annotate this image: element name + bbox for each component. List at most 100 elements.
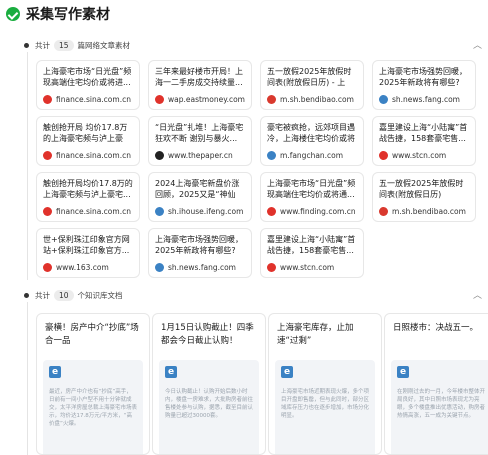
article-title: 五一放假2025年放假时间表(附放假日历) - 上海... [267,67,352,87]
document-preview-text: 最近，房产中介也有“抄底”高手，日前有一间小户型不用十分钟就成交，太平洋房屋总裁… [49,389,137,427]
article-source: finance.sina.com.cn [43,95,131,104]
source-domain: finance.sina.com.cn [56,151,131,160]
web-article-card[interactable]: 世+保利珠江印象官方网站+保利珠江印象官方... www.163.com [36,228,140,278]
document-thumbnail: e 最近，房产中介也有“抄底”高手，日前有一间小户型不用十分钟就成交，太平洋房屋总… [43,360,143,454]
kb-section-header[interactable]: 共计 10 个知识库文档 [24,290,123,301]
site-favicon-icon [379,207,388,216]
source-domain: m.sh.bendibao.com [392,207,466,216]
article-source: m.sh.bendibao.com [267,95,354,104]
kb-document-title: 豪横！房产中介“抄底”场合一品 [45,323,139,346]
source-domain: www.163.com [56,263,109,272]
site-favicon-icon [43,151,52,160]
web-article-card[interactable]: 触创抢开局均价17.8万的上海豪宅频与泸上豪宅... finance.sina.c… [36,172,140,222]
kb-document-title: 1月15日认购截止！四季都会今日截止认购！ [161,323,254,346]
timeline-line [27,52,28,280]
article-title: 上海豪宅市场“日光盘”频现高端住宅均价或将通... [267,179,356,199]
browser-icon: e [281,366,293,378]
source-domain: finance.sina.com.cn [56,95,131,104]
source-domain: sh.news.fang.com [392,95,460,104]
web-article-card[interactable]: 五一放假2025年放假时间表(附放假日历) m.sh.bendibao.com [372,172,476,222]
web-article-card[interactable]: 2024上海豪宅新盘价涨回顾，2025又是“神仙打... sh.ihouse.if… [148,172,252,222]
source-domain: www.thepaper.cn [168,151,233,160]
web-article-card[interactable]: 触创抢开局 均价17.8万的上海豪宅频与泸上豪宅... finance.sina.… [36,116,140,166]
web-article-card[interactable]: “日光盘”扎堆！上海豪宅狂欢不断 谢别与暴火... www.thepaper.cn [148,116,252,166]
chevron-up-icon[interactable]: ︿ [473,288,482,301]
article-title: 触创抢开局 均价17.8万的上海豪宅频与泸上豪宅... [43,123,128,143]
article-source: sh.ihouse.ifeng.com [155,207,243,216]
kb-document-card[interactable]: 豪横！房产中介“抄底”场合一品 e 最近，房产中介也有“抄底”高手，日前有一间小户型… [36,313,150,455]
site-favicon-icon [155,263,164,272]
kb-document-card[interactable]: 日照楼市：决战五一。 e 在刚刚过去的一月，今年楼市整体开局良好，其中日照市场表现尤… [384,313,488,455]
document-preview-text: 上海豪宅市场近期表现火爆，多个项目开盘即售罄，但与此同时，部分区域库存压力也在逐… [281,389,369,419]
article-source: wap.eastmoney.com [155,95,245,104]
article-title: “日光盘”扎堆！上海豪宅狂欢不断 谢别与暴火... [155,123,244,143]
article-title: 五一放假2025年放假时间表(附放假日历) [379,179,464,199]
site-favicon-icon [155,207,164,216]
document-thumbnail: e 在刚刚过去的一月，今年楼市整体开局良好，其中日照市场表现尤为亮眼，多个楼盘推出… [391,360,488,454]
article-source: www.163.com [43,263,109,272]
article-title: 上海豪宅市场“日光盘”频现高端住宅均价或将进... [43,67,132,87]
source-domain: m.fangchan.com [280,151,344,160]
article-source: www.finding.com.cn [267,207,356,216]
source-domain: finance.sina.com.cn [56,207,131,216]
web-article-card[interactable]: 嘉里建设上海“小陆寓”首战告捷，158套豪宅售... www.stcn.com [372,116,476,166]
site-favicon-icon [379,95,388,104]
source-domain: sh.ihouse.ifeng.com [168,207,244,216]
web-article-card[interactable]: 豪宅被疯抢，远郊项目遇冷，上海楼住宅均价或将通... m.fangchan.com [260,116,364,166]
source-domain: www.stcn.com [392,151,447,160]
article-title: 嘉里建设上海“小陆寓”首战告捷，158套豪宅售... [267,235,356,255]
document-preview-text: 在刚刚过去的一月，今年楼市整体开局良好，其中日照市场表现尤为亮眼，多个楼盘推出优… [397,389,485,419]
kb-document-title: 上海豪宅库存，止加速“过剩” [277,323,354,346]
web-article-card[interactable]: 上海豪宅市场“日光盘”频现高端住宅均价或将进... finance.sina.co… [36,60,140,110]
site-favicon-icon [155,151,164,160]
kb-document-title: 日照楼市：决战五一。 [393,323,479,333]
timeline-line [27,302,28,455]
article-title: 上海豪宅市场强势回暖，2025年新政将有哪些? [379,67,467,87]
site-favicon-icon [267,263,276,272]
browser-icon: e [165,366,177,378]
web-article-card[interactable]: 嘉里建设上海“小陆寓”首战告捷，158套豪宅售... www.stcn.com [260,228,364,278]
kb-document-card[interactable]: 1月15日认购截止！四季都会今日截止认购！ e 今日认购截止！认购开始后数小时内，楼… [152,313,266,455]
article-title: 豪宅被疯抢，远郊项目遇冷，上海楼住宅均价或将通... [267,123,355,143]
site-favicon-icon [43,207,52,216]
article-source: m.fangchan.com [267,151,343,160]
article-title: 嘉里建设上海“小陆寓”首战告捷，158套豪宅售... [379,123,468,143]
browser-icon: e [49,366,61,378]
check-circle-icon [6,7,20,21]
web-article-card[interactable]: 上海豪宅市场强势回暖，2025年新政将有哪些? sh.news.fang.com [372,60,476,110]
timeline-dot-icon [24,293,29,298]
site-favicon-icon [267,151,276,160]
kb-document-card[interactable]: 上海豪宅库存，止加速“过剩” e 上海豪宅市场近期表现火爆，多个项目开盘即售罄，但与… [268,313,382,455]
page-title: 采集写作素材 [26,7,110,23]
site-favicon-icon [155,95,164,104]
article-source: sh.news.fang.com [155,263,236,272]
web-count-prefix: 共计 [35,41,50,50]
article-source: finance.sina.com.cn [43,151,131,160]
source-domain: sh.news.fang.com [168,263,236,272]
article-title: 上海豪宅市场强势回暖，2025年新政将有哪些? [155,235,243,255]
document-preview-text: 今日认购截止！认购开始后数小时内，楼盘一房难求，大批购房者前往售楼处参与认购，据… [165,389,253,419]
web-section-header[interactable]: 共计 15 篇网络文章素材 [24,40,130,51]
document-thumbnail: e 上海豪宅市场近期表现火爆，多个项目开盘即售罄，但与此同时，部分区域库存压力也在… [275,360,375,454]
web-article-card[interactable]: 三年来最好楼市开局！上海一二手房成交持续量... wap.eastmoney.co… [148,60,252,110]
article-source: m.sh.bendibao.com [379,207,466,216]
site-favicon-icon [267,95,276,104]
chevron-up-icon[interactable]: ︿ [473,38,482,51]
kb-count-badge: 10 [54,290,74,301]
source-domain: wap.eastmoney.com [168,95,245,104]
browser-icon: e [397,366,409,378]
article-source: www.stcn.com [379,151,446,160]
kb-count-label: 个知识库文档 [77,291,123,300]
site-favicon-icon [267,207,276,216]
web-article-card[interactable]: 上海豪宅市场强势回暖，2025年新政将有哪些? sh.news.fang.com [148,228,252,278]
web-article-card[interactable]: 五一放假2025年放假时间表(附放假日历) - 上海... m.sh.bendib… [260,60,364,110]
article-source: finance.sina.com.cn [43,207,131,216]
site-favicon-icon [43,95,52,104]
site-favicon-icon [43,263,52,272]
article-title: 触创抢开局均价17.8万的上海豪宅频与泸上豪宅... [43,179,133,199]
source-domain: m.sh.bendibao.com [280,95,354,104]
source-domain: www.stcn.com [280,263,335,272]
article-title: 2024上海豪宅新盘价涨回顾，2025又是“神仙打... [155,179,240,199]
source-domain: www.finding.com.cn [280,207,356,216]
web-article-card[interactable]: 上海豪宅市场“日光盘”频现高端住宅均价或将通... www.finding.com… [260,172,364,222]
